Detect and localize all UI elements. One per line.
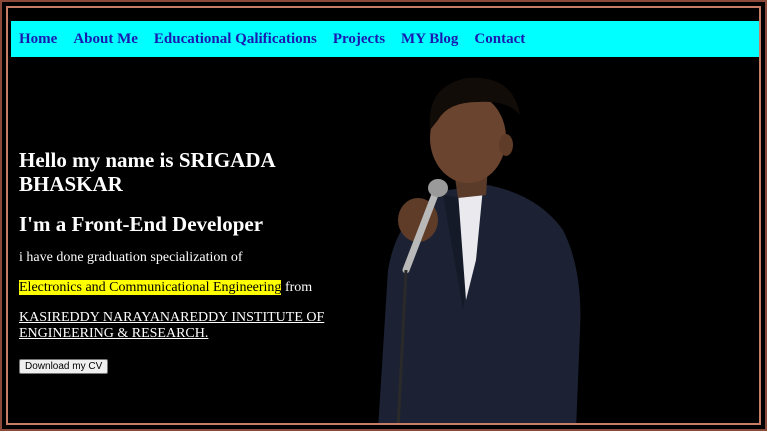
page-content: Home About Me Educational Qalifications … — [6, 6, 761, 425]
nav-blog-link[interactable]: MY Blog — [401, 31, 458, 48]
institute-link[interactable]: KASIREDDY NARAYANAREDDY INSTITUTE OF ENG… — [19, 310, 324, 341]
hero-institute-line: KASIREDDY NARAYANAREDDY INSTITUTE OF ENG… — [19, 310, 354, 342]
speaker-photo — [378, 77, 581, 423]
nav-home-link[interactable]: Home — [19, 31, 57, 48]
top-navbar: Home About Me Educational Qalifications … — [11, 21, 759, 57]
nav-education-link[interactable]: Educational Qalifications — [154, 31, 317, 48]
hero-greeting: Hello my name is SRIGADA BHASKAR — [19, 148, 275, 196]
download-cv-button[interactable]: Download my CV — [19, 359, 109, 374]
hero-section: Hello my name is SRIGADA BHASKAR I'm a F… — [19, 148, 354, 374]
hero-intro: i have done graduation specialization of — [19, 250, 243, 265]
hero-specialization-line: Electronics and Communicational Engineer… — [19, 280, 354, 296]
nav-projects-link[interactable]: Projects — [333, 31, 385, 48]
specialization-highlight: Electronics and Communicational Engineer… — [19, 280, 282, 295]
nav-about-link[interactable]: About Me — [73, 31, 138, 48]
from-word: from — [281, 280, 313, 295]
nav-contact-link[interactable]: Contact — [474, 31, 525, 48]
page-frame: Home About Me Educational Qalifications … — [0, 0, 767, 431]
hero-role: I'm a Front-End Developer — [19, 212, 264, 236]
